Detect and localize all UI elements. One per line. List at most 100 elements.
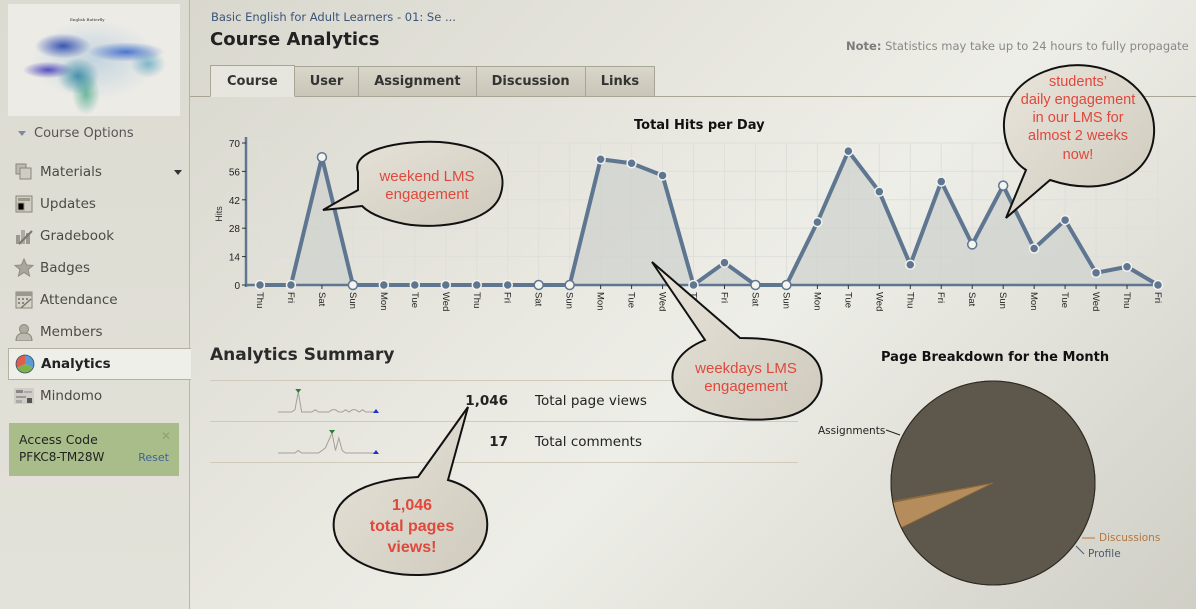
summary-value: 1,046 [465,393,508,409]
tab-discussion[interactable]: Discussion [476,66,586,97]
x-tick-label: Wed [657,292,668,311]
data-point [812,216,823,228]
summary-title: Analytics Summary [210,345,395,365]
sidebar-item-materials[interactable]: Materials [0,156,190,188]
close-icon[interactable]: ✕ [161,429,171,443]
x-tick-label: Tue [1059,292,1070,308]
sparkline-last-marker [373,409,379,413]
data-point [378,279,390,291]
page-title: Course Analytics [210,29,380,50]
data-point [874,186,885,197]
y-tick-label: 70 [229,139,241,150]
summary-row-comments: 17 Total comments [210,422,798,463]
x-tick-label: Sun [347,292,358,309]
mindomo-icon [14,386,34,406]
data-point [533,279,544,291]
x-tick-label: Sat [533,292,544,307]
tab-user[interactable]: User [294,66,360,97]
pie-label-leader [1075,545,1085,555]
analytics-pie-icon [15,354,35,374]
data-point [1028,243,1040,254]
sidebar-item-updates[interactable]: Updates [0,188,190,220]
note-text: Statistics may take up to 24 hours to fu… [885,39,1189,53]
callout-line: daily engagement [1020,92,1136,109]
course-image-caption: English Butterfly [70,17,105,22]
callout-line: engagement [385,186,469,203]
x-tick-label: Tue [626,292,637,308]
callout-line: 1,046 [391,497,433,514]
tab-course[interactable]: Course [210,65,295,97]
callout-line: weekend LMS [379,168,475,185]
x-tick-label: Tue [842,292,853,308]
sparkline-last-marker [373,450,379,454]
sidebar-item-attendance[interactable]: Attendance [0,284,190,316]
x-tick-label: Sun [780,292,791,309]
callout-line: total pages [369,517,455,535]
sidebar-item-label: Materials [40,164,102,180]
x-tick-label: Fri [1152,292,1163,303]
sidebar-item-label: Analytics [41,356,111,372]
sparkline-max-marker [329,430,336,434]
data-point [750,279,761,291]
sidebar-item-members[interactable]: Members [0,316,190,348]
tab-assignment[interactable]: Assignment [359,66,477,97]
sidebar-nav: Materials Updates Gradebook Badges Atten… [0,156,191,412]
course-options-label: Course Options [34,126,134,141]
data-point [254,279,266,291]
sidebar-item-gradebook[interactable]: Gradebook [0,220,190,252]
y-tick-label: 56 [229,167,241,178]
page-breakdown-pie: Assignments Discussions Profile [818,380,1160,586]
x-tick-label: Mon [595,292,606,310]
sidebar: English Butterfly Course Options Materia… [0,0,191,609]
data-point [1152,279,1164,291]
access-code-title: Access Code [19,432,98,447]
callout-line: now! [1062,146,1094,163]
comments-sparkline [278,430,379,454]
members-person-icon [14,322,34,342]
data-point [347,279,359,291]
pie-slice-label: Discussions [1099,532,1160,544]
data-point [626,158,637,169]
sidebar-item-label: Mindomo [40,388,103,404]
sidebar-item-mindomo[interactable]: Mindomo [0,380,190,412]
callout-line: almost 2 weeks [1028,128,1128,145]
course-options-toggle[interactable]: Course Options [18,126,134,141]
badge-star-icon [14,258,34,278]
materials-icon [14,162,34,182]
x-tick-label: Mon [378,292,389,310]
x-tick-label: Tue [409,292,420,308]
data-point [595,153,606,165]
caret-down-icon[interactable] [174,170,182,175]
breadcrumb[interactable]: Basic English for Adult Learners - 01: S… [211,10,456,24]
x-tick-label: Fri [285,292,296,303]
data-point [657,170,668,181]
y-tick-label: 14 [229,253,241,264]
access-code-reset-link[interactable]: Reset [138,451,169,464]
callout-line: students’ [1048,74,1108,90]
pie-label-leader [885,429,901,436]
data-point [966,239,978,250]
x-tick-label: Fri [502,292,513,303]
callout-line: in our LMS for [1032,110,1124,127]
course-image[interactable]: English Butterfly [8,4,180,116]
x-tick-label: Thu [471,292,482,308]
sidebar-item-analytics[interactable]: Analytics [8,348,191,380]
x-tick-label: Sat [316,292,327,307]
x-tick-label: Sat [749,292,760,307]
x-tick-label: Thu [1121,292,1132,308]
x-tick-label: Wed [873,292,884,311]
access-code-panel: Access Code PFKC8-TM28W Reset ✕ [9,423,179,476]
data-point [564,279,575,291]
sidebar-item-label: Gradebook [40,228,115,244]
data-point [905,259,916,270]
x-tick-label: Thu [904,292,915,308]
callout-weekdays-text: weekdays LMS engagement [680,360,812,396]
updates-icon [14,194,34,214]
summary-label: Total comments [535,434,642,450]
tab-links[interactable]: Links [585,66,656,97]
sidebar-item-badges[interactable]: Badges [0,252,190,284]
note-label: Note: [846,39,882,53]
sidebar-item-label: Badges [40,260,91,276]
data-point [1059,214,1071,226]
x-tick-label: Sat [966,292,977,307]
